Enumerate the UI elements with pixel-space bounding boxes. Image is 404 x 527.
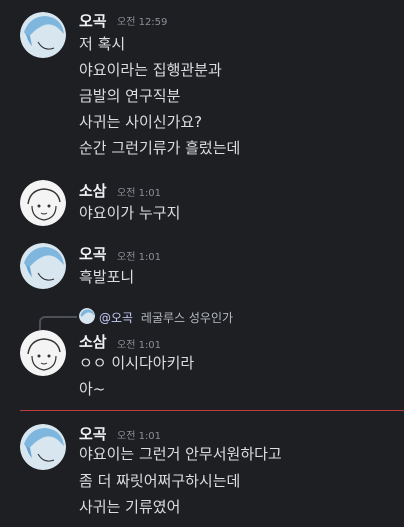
reply-preview[interactable]: @오곡 레굴루스 성우인가 [99, 309, 233, 326]
new-messages-divider [20, 410, 404, 411]
avatar-sosam[interactable] [20, 330, 66, 376]
author-name[interactable]: 오곡 [79, 10, 107, 31]
reply-connector [39, 316, 77, 330]
author-name[interactable]: 오곡 [79, 243, 107, 264]
author-name[interactable]: 오곡 [79, 423, 107, 444]
timestamp: 오전 1:01 [117, 340, 162, 351]
message-line: 사귀는 사이신가요? [79, 113, 203, 131]
avatar-sosam[interactable] [20, 180, 66, 226]
timestamp: 오전 1:01 [117, 188, 162, 199]
blue-hair-avatar-icon [79, 308, 95, 324]
message-line: 야요이라는 집행관분과 [79, 61, 222, 79]
author-name[interactable]: 소삼 [79, 331, 107, 352]
timestamp: 오전 1:01 [117, 431, 162, 442]
message-line: 금발의 연구직분 [79, 87, 181, 105]
avatar-okok[interactable] [20, 424, 66, 470]
message-line: 흑발포니 [79, 268, 135, 286]
message-line: ㅇㅇ 이시다아키라 [79, 354, 195, 372]
message-line: 순간 그런기류가 흘렀는데 [79, 139, 241, 157]
message-line: 야요이는 그런거 안무서원하다고 [79, 445, 282, 463]
blue-hair-avatar-icon [20, 12, 66, 58]
timestamp: 오전 1:01 [117, 252, 162, 263]
timestamp: 오전 12:59 [117, 17, 168, 28]
reply-avatar[interactable] [79, 308, 95, 324]
avatar-okok[interactable] [20, 12, 66, 58]
message-line: 저 혹시 [79, 35, 126, 53]
blue-hair-avatar-icon [20, 243, 66, 289]
blue-hair-avatar-icon [20, 424, 66, 470]
sketch-avatar-icon [20, 330, 66, 376]
message-line: 야요이가 누구지 [79, 204, 181, 222]
message-line: 아~ [79, 380, 106, 398]
reply-snippet: 레굴루스 성우인가 [140, 311, 234, 325]
message-line: 사귀는 기류였어 [79, 498, 181, 516]
message-line: 좀 더 짜릿어쩌구하시는데 [79, 472, 241, 490]
avatar-okok[interactable] [20, 243, 66, 289]
reply-mention[interactable]: @오곡 [99, 311, 133, 325]
sketch-avatar-icon [20, 180, 66, 226]
author-name[interactable]: 소삼 [79, 180, 107, 201]
